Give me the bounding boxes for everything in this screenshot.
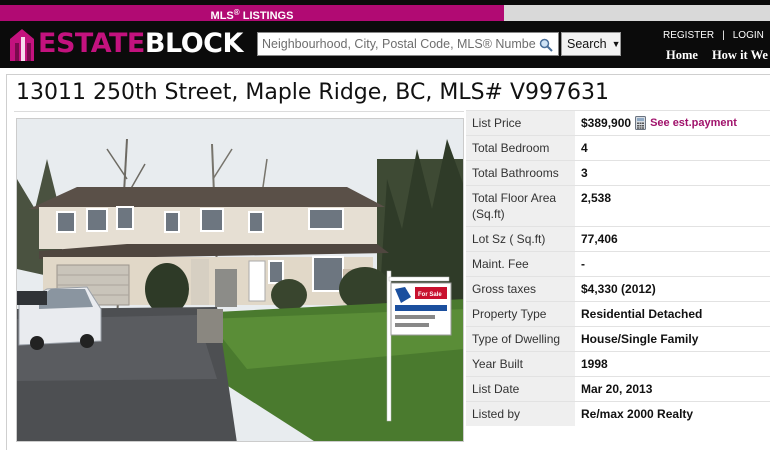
register-link[interactable]: REGISTER [663, 30, 714, 41]
detail-value: Residential Detached [581, 307, 703, 321]
logo-block: BLOCK [144, 28, 244, 59]
list-price-value: $389,900 [581, 116, 632, 130]
detail-label: Total Bathrooms [466, 161, 575, 185]
detail-row-lot-size: Lot Sz ( Sq.ft) 77,406 [466, 226, 770, 251]
house-photo-illustration: For Sale [17, 119, 463, 441]
detail-label: Year Built [466, 352, 575, 376]
logo-building-icon [10, 29, 34, 61]
detail-label: Property Type [466, 302, 575, 326]
mls-suffix: LISTINGS [239, 10, 294, 22]
detail-row-property-type: Property Type Residential Detached [466, 301, 770, 326]
title-divider [14, 111, 464, 112]
detail-label: Listed by [466, 402, 575, 426]
property-details-table: List Price $389,900 See est.payment Tota… [466, 110, 770, 426]
detail-value: $389,900 See est.payment [575, 111, 770, 135]
detail-label: Total Bedroom [466, 136, 575, 160]
detail-value: 1998 [581, 357, 608, 371]
detail-value: House/Single Family [581, 332, 699, 346]
detail-label: Lot Sz ( Sq.ft) [466, 227, 575, 251]
detail-value: 4 [581, 141, 588, 155]
auth-separator: | [722, 30, 725, 41]
calculator-icon[interactable] [635, 116, 647, 130]
detail-value: - [581, 257, 585, 271]
login-link[interactable]: LOGIN [733, 30, 764, 41]
detail-label: Maint. Fee [466, 252, 575, 276]
sign-text: For Sale [418, 292, 442, 298]
logo-estate: ESTATE [38, 28, 145, 59]
detail-value: $4,330 (2012) [581, 282, 656, 296]
detail-label: List Date [466, 377, 575, 401]
detail-row-list-price: List Price $389,900 See est.payment [466, 110, 770, 135]
estateblock-logo[interactable]: ESTATEBLOCK [8, 24, 243, 64]
detail-label: List Price [466, 111, 575, 135]
listing-title: 13011 250th Street, Maple Ridge, BC, MLS… [16, 80, 610, 105]
detail-value: 2,538 [581, 191, 612, 205]
detail-row-gross-taxes: Gross taxes $4,330 (2012) [466, 276, 770, 301]
detail-label: Total Floor Area (Sq.ft) [466, 186, 575, 226]
detail-row-listed-by: Listed by Re/max 2000 Realty [466, 401, 770, 426]
detail-value: Re/max 2000 Realty [581, 407, 694, 421]
detail-row-bedrooms: Total Bedroom 4 [466, 135, 770, 160]
nav-how-it-works[interactable]: How it We [712, 48, 768, 63]
detail-label: Gross taxes [466, 277, 575, 301]
detail-row-year-built: Year Built 1998 [466, 351, 770, 376]
mls-text: MLS [210, 10, 234, 22]
chevron-down-icon: ▼ [611, 39, 621, 49]
header-grey-strip [504, 5, 770, 21]
detail-label: Type of Dwelling [466, 327, 575, 351]
search-button-label: Search [567, 37, 607, 51]
detail-row-bathrooms: Total Bathrooms 3 [466, 160, 770, 185]
search-icon[interactable] [538, 37, 554, 53]
search-box [257, 32, 559, 56]
main-nav: Home How it We [666, 48, 768, 63]
detail-row-dwelling-type: Type of Dwelling House/Single Family [466, 326, 770, 351]
detail-row-list-date: List Date Mar 20, 2013 [466, 376, 770, 401]
logo-wordmark: ESTATEBLOCK [38, 24, 243, 64]
search-input[interactable] [258, 33, 538, 55]
detail-value: 77,406 [581, 232, 618, 246]
auth-links: REGISTER | LOGIN [663, 30, 764, 41]
detail-value: 3 [581, 166, 588, 180]
detail-value: Mar 20, 2013 [581, 382, 653, 396]
mls-listings-label: MLS® LISTINGS [0, 5, 504, 22]
est-payment-link[interactable]: See est.payment [650, 115, 737, 131]
search-button[interactable]: Search ▼ [561, 32, 621, 56]
detail-row-maint-fee: Maint. Fee - [466, 251, 770, 276]
property-photo[interactable]: For Sale [16, 118, 464, 442]
detail-row-floor-area: Total Floor Area (Sq.ft) 2,538 [466, 185, 770, 226]
nav-home[interactable]: Home [666, 48, 698, 63]
